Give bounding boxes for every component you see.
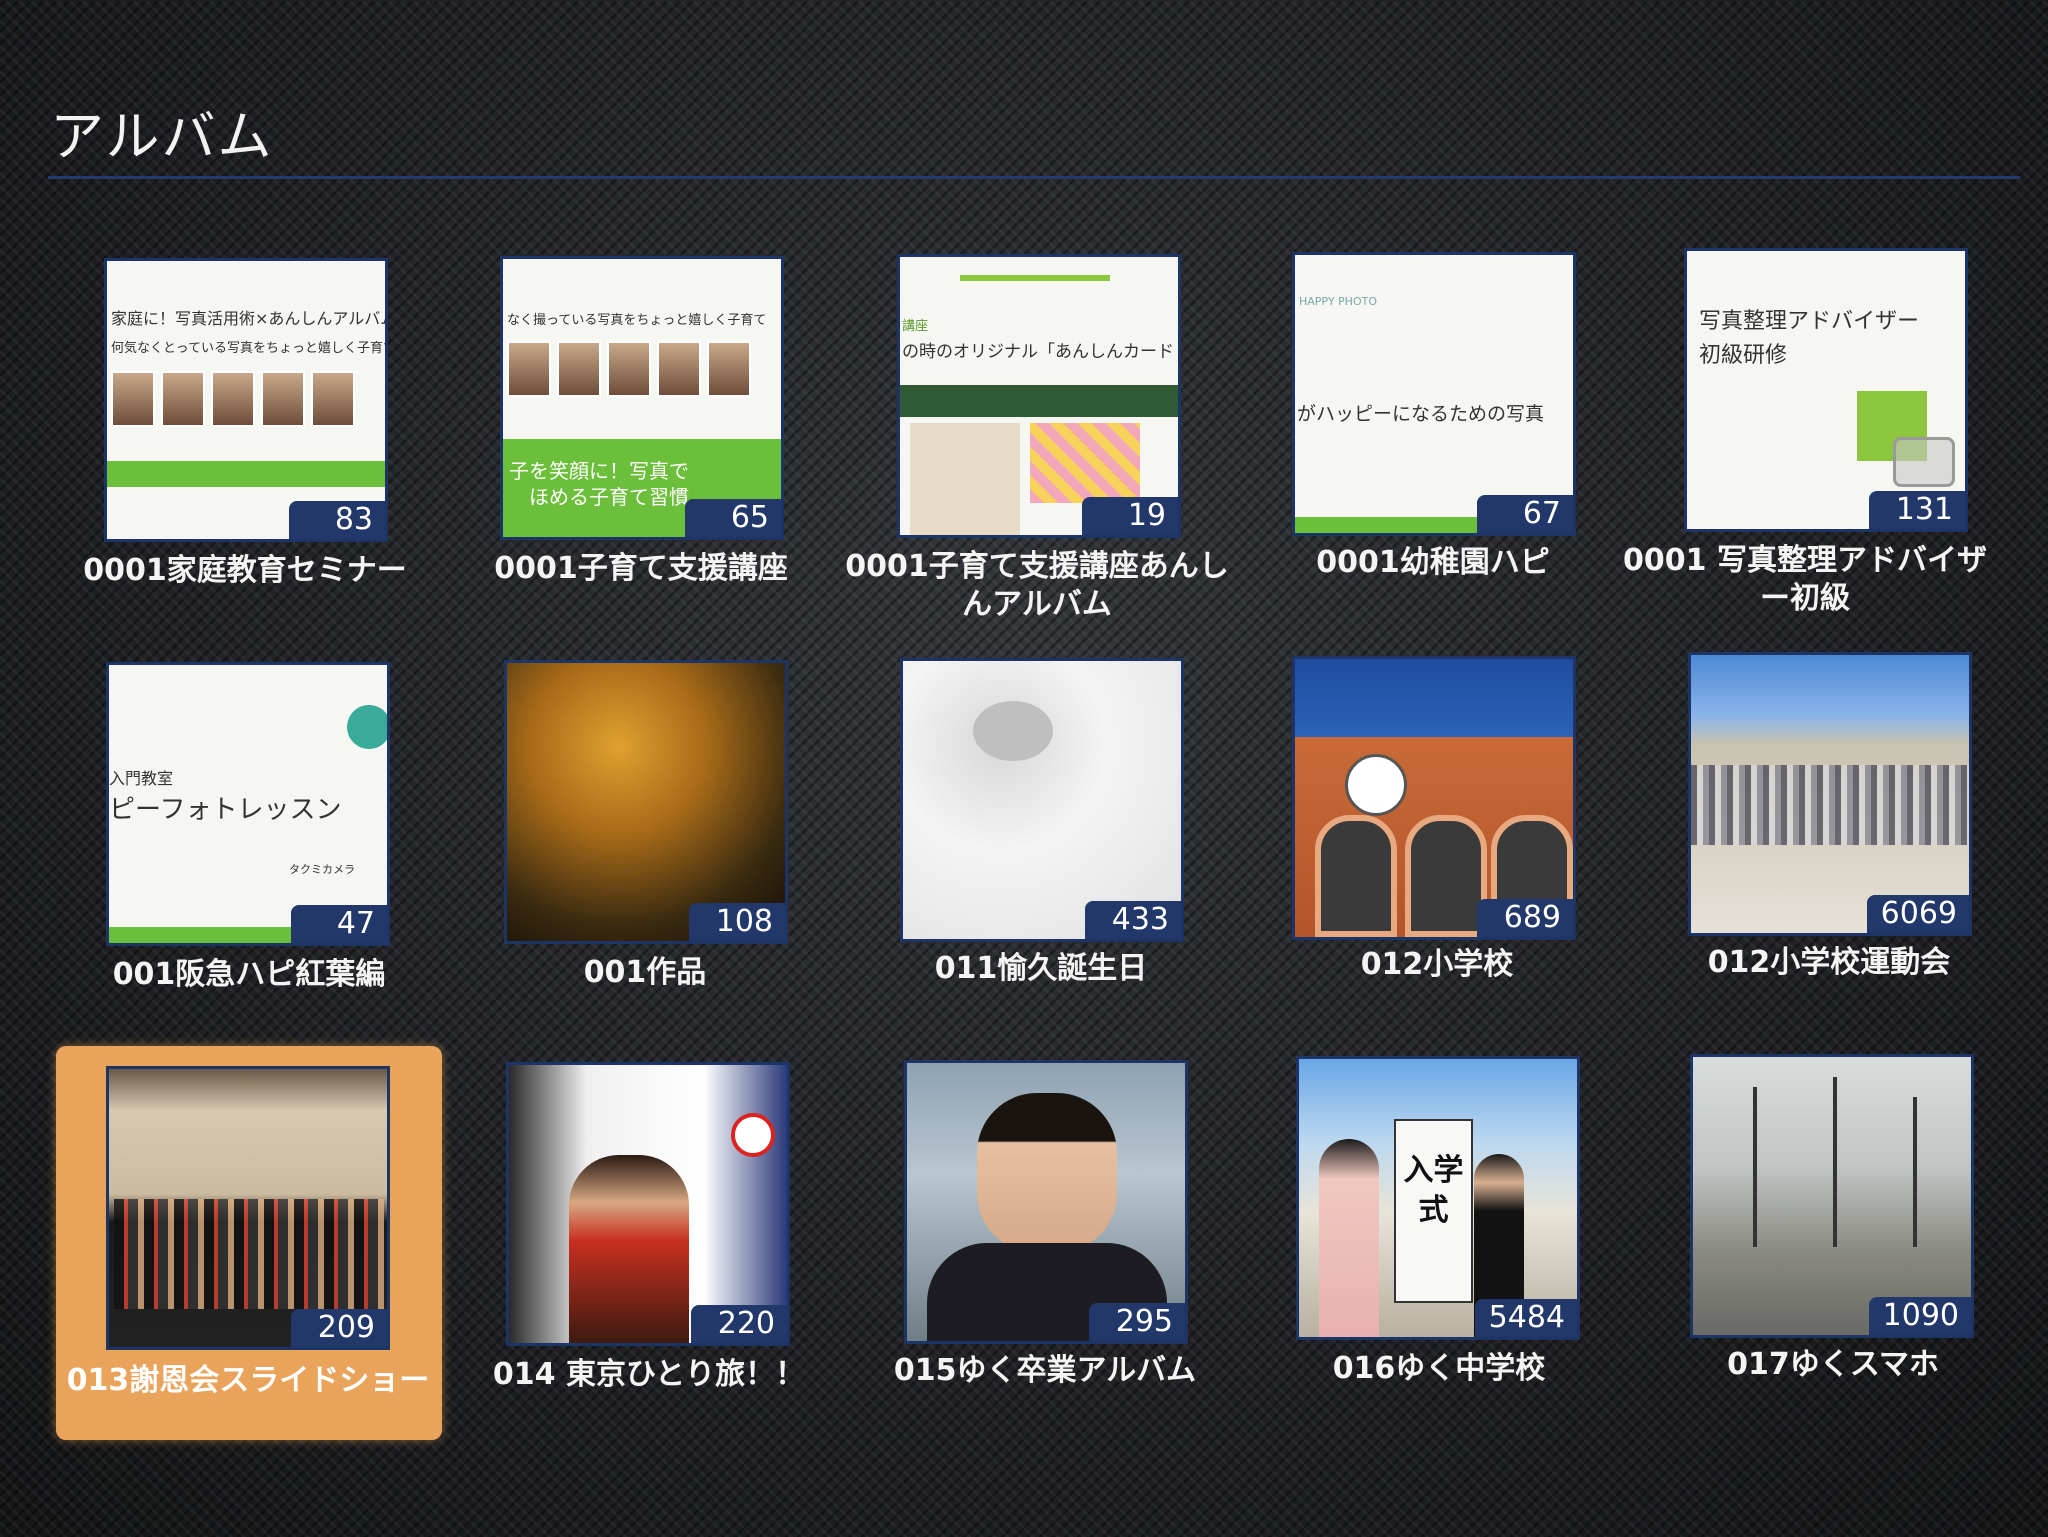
thumbnail-image: 入門教室 ピーフォトレッスン タクミカメラ	[109, 665, 387, 943]
album-thumbnail[interactable]: 1090	[1690, 1054, 1974, 1338]
photo-count-badge: 19	[1082, 497, 1178, 535]
album-name: 015ゆく卒業アルバム	[893, 1353, 1197, 1388]
photo-count-badge: 295	[1089, 1303, 1185, 1341]
album-name: 011愉久誕生日	[934, 951, 1148, 986]
no-smoking-icon	[731, 1113, 775, 1157]
thumbnail-image	[507, 663, 785, 941]
photo-count-badge: 209	[291, 1309, 387, 1347]
thumbnail-caption: タクミカメラ	[289, 863, 355, 876]
photo-count-badge: 220	[691, 1305, 787, 1343]
album-thumbnail[interactable]: 295	[904, 1060, 1188, 1344]
album-tile[interactable]: 1090 017ゆくスマホ	[1644, 1040, 2024, 1420]
album-tile-selected[interactable]: 209 013謝恩会スライドショー	[56, 1046, 442, 1440]
album-screen: アルバム 家庭に！写真活用術×あんしんアルバム 何気なくとっている写真をちょっと…	[0, 0, 2048, 1537]
album-thumbnail[interactable]: 108	[504, 660, 788, 944]
photo-count-badge: 1090	[1868, 1297, 1971, 1335]
photo-count-badge: 6069	[1866, 895, 1969, 933]
album-name-text: 0001子育て支援講座あんしんアルバム	[845, 549, 1229, 622]
thumbnail-caption: 子を笑顔に！写真で	[509, 459, 689, 483]
album-tile[interactable]: なく撮っている写真をちょっと嬉しく子育て 子を笑顔に！写真で ほめる子育て習慣 …	[452, 240, 832, 620]
thumbnail-caption: 家庭に！写真活用術×あんしんアルバム	[111, 309, 388, 328]
album-name: 001阪急ハピ紅葉編	[112, 957, 386, 992]
album-name: 0001家庭教育セミナー	[83, 553, 407, 588]
album-thumbnail[interactable]: 220	[506, 1062, 790, 1346]
album-grid: 家庭に！写真活用術×あんしんアルバム 何気なくとっている写真をちょっと嬉しく子育…	[0, 0, 2048, 1537]
thumbnail-image	[509, 1065, 787, 1343]
album-name: 0001子育て支援講座あんしんアルバム	[842, 548, 1232, 624]
photo-count-badge: 67	[1477, 495, 1573, 533]
album-name: 016ゆく中学校	[1332, 1351, 1546, 1386]
thumbnail-caption: 写真整理アドバイザー	[1699, 309, 1920, 334]
thumbnail-image: なく撮っている写真をちょっと嬉しく子育て 子を笑顔に！写真で ほめる子育て習慣	[503, 259, 781, 537]
thumbnail-image: 入学式	[1299, 1059, 1577, 1337]
thumbnail-caption: なく撮っている写真をちょっと嬉しく子育て	[507, 313, 767, 328]
album-tile[interactable]: 6069 012小学校運動会	[1640, 638, 2020, 1018]
thumbnail-image: 写真整理アドバイザー 初級研修	[1687, 251, 1965, 529]
album-name: 017ゆくスマホ	[1727, 1347, 1939, 1382]
photo-count-badge: 47	[291, 905, 387, 943]
thumbnail-image: HAPPY PHOTO がハッピーになるための写真	[1295, 255, 1573, 533]
album-name: 012小学校運動会	[1707, 945, 1951, 980]
thumbnail-image	[907, 1063, 1185, 1341]
thumbnail-caption: 入学式	[1403, 1153, 1464, 1228]
album-tile[interactable]: 講座 の時のオリジナル「あんしんカード 19 0001子育て支援講座あんしんアル…	[845, 238, 1229, 622]
photo-count-badge: 83	[289, 501, 385, 539]
thumbnail-image	[903, 661, 1181, 939]
thumbnail-caption: 何気なくとっている写真をちょっと嬉しく子育てに	[111, 341, 388, 356]
album-tile[interactable]: 入門教室 ピーフォトレッスン タクミカメラ 47 001阪急ハピ紅葉編	[60, 646, 440, 1026]
album-tile[interactable]: 295 015ゆく卒業アルバム	[856, 1044, 1236, 1424]
album-tile[interactable]: 220 014 東京ひとり旅！！	[460, 1046, 840, 1426]
album-name: 0001 写真整理アドバイザー初級	[1623, 543, 1987, 616]
album-name: 014 東京ひとり旅！！	[492, 1357, 806, 1392]
thumbnail-caption: 入門教室	[109, 769, 174, 788]
thumbnail-caption: がハッピーになるための写真	[1297, 403, 1545, 425]
album-tile[interactable]: 写真整理アドバイザー 初級研修 131 0001 写真整理アドバイザー初級	[1623, 234, 2020, 616]
album-tile[interactable]: HAPPY PHOTO がハッピーになるための写真 67 0001幼稚園ハピ	[1244, 236, 1624, 616]
album-thumbnail[interactable]: 689	[1292, 656, 1576, 940]
thumbnail-image: 家庭に！写真活用術×あんしんアルバム 何気なくとっている写真をちょっと嬉しく子育…	[107, 261, 385, 539]
album-name: 001作品	[583, 955, 707, 990]
photo-count-badge: 131	[1869, 491, 1965, 529]
camera-icon	[1893, 437, 1955, 487]
thumbnail-image	[1691, 655, 1969, 933]
album-name: 013謝恩会スライドショー	[66, 1363, 430, 1398]
album-tile[interactable]: 433 011愉久誕生日	[852, 642, 1232, 1022]
album-name: 0001幼稚園ハピ	[1316, 545, 1550, 580]
album-thumbnail[interactable]: なく撮っている写真をちょっと嬉しく子育て 子を笑顔に！写真で ほめる子育て習慣 …	[500, 256, 784, 540]
logo-icon	[347, 705, 387, 749]
thumbnail-caption: ほめる子育て習慣	[529, 485, 689, 509]
thumbnail-image: 講座 の時のオリジナル「あんしんカード	[900, 257, 1178, 535]
photo-count-badge: 5484	[1474, 1299, 1577, 1337]
thumbnail-caption: ピーフォトレッスン	[109, 795, 342, 825]
album-tile[interactable]: 689 012小学校	[1248, 640, 1628, 1020]
thumbnail-image	[1295, 659, 1573, 937]
thumbnail-caption: 講座	[902, 319, 929, 334]
album-thumbnail[interactable]: HAPPY PHOTO がハッピーになるための写真 67	[1292, 252, 1576, 536]
photo-count-badge: 433	[1085, 901, 1181, 939]
thumbnail-caption: の時のオリジナル「あんしんカード	[902, 342, 1174, 362]
photo-count-badge: 689	[1477, 899, 1573, 937]
thumbnail-caption: 初級研修	[1699, 343, 1788, 368]
album-tile[interactable]: 入学式 5484 016ゆく中学校	[1250, 1042, 1630, 1422]
album-name: 0001子育て支援講座	[494, 551, 788, 586]
album-thumbnail[interactable]: 家庭に！写真活用術×あんしんアルバム 何気なくとっている写真をちょっと嬉しく子育…	[104, 258, 388, 542]
thumbnail-image	[1693, 1057, 1971, 1335]
thumbnail-image	[109, 1069, 387, 1347]
thumbnail-caption: HAPPY PHOTO	[1299, 295, 1377, 308]
album-thumbnail[interactable]: 6069	[1688, 652, 1972, 936]
photo-count-badge: 108	[689, 903, 785, 941]
album-thumbnail[interactable]: 入学式 5484	[1296, 1056, 1580, 1340]
album-thumbnail[interactable]: 講座 の時のオリジナル「あんしんカード 19	[897, 254, 1181, 538]
album-thumbnail[interactable]: 入門教室 ピーフォトレッスン タクミカメラ 47	[106, 662, 390, 946]
album-tile[interactable]: 108 001作品	[456, 644, 836, 1024]
album-thumbnail[interactable]: 写真整理アドバイザー 初級研修 131	[1684, 248, 1968, 532]
album-thumbnail[interactable]: 209	[106, 1066, 390, 1350]
album-name: 012小学校	[1360, 947, 1514, 982]
photo-count-badge: 65	[685, 499, 781, 537]
album-thumbnail[interactable]: 433	[900, 658, 1184, 942]
album-tile[interactable]: 家庭に！写真活用術×あんしんアルバム 何気なくとっている写真をちょっと嬉しく子育…	[56, 240, 436, 620]
